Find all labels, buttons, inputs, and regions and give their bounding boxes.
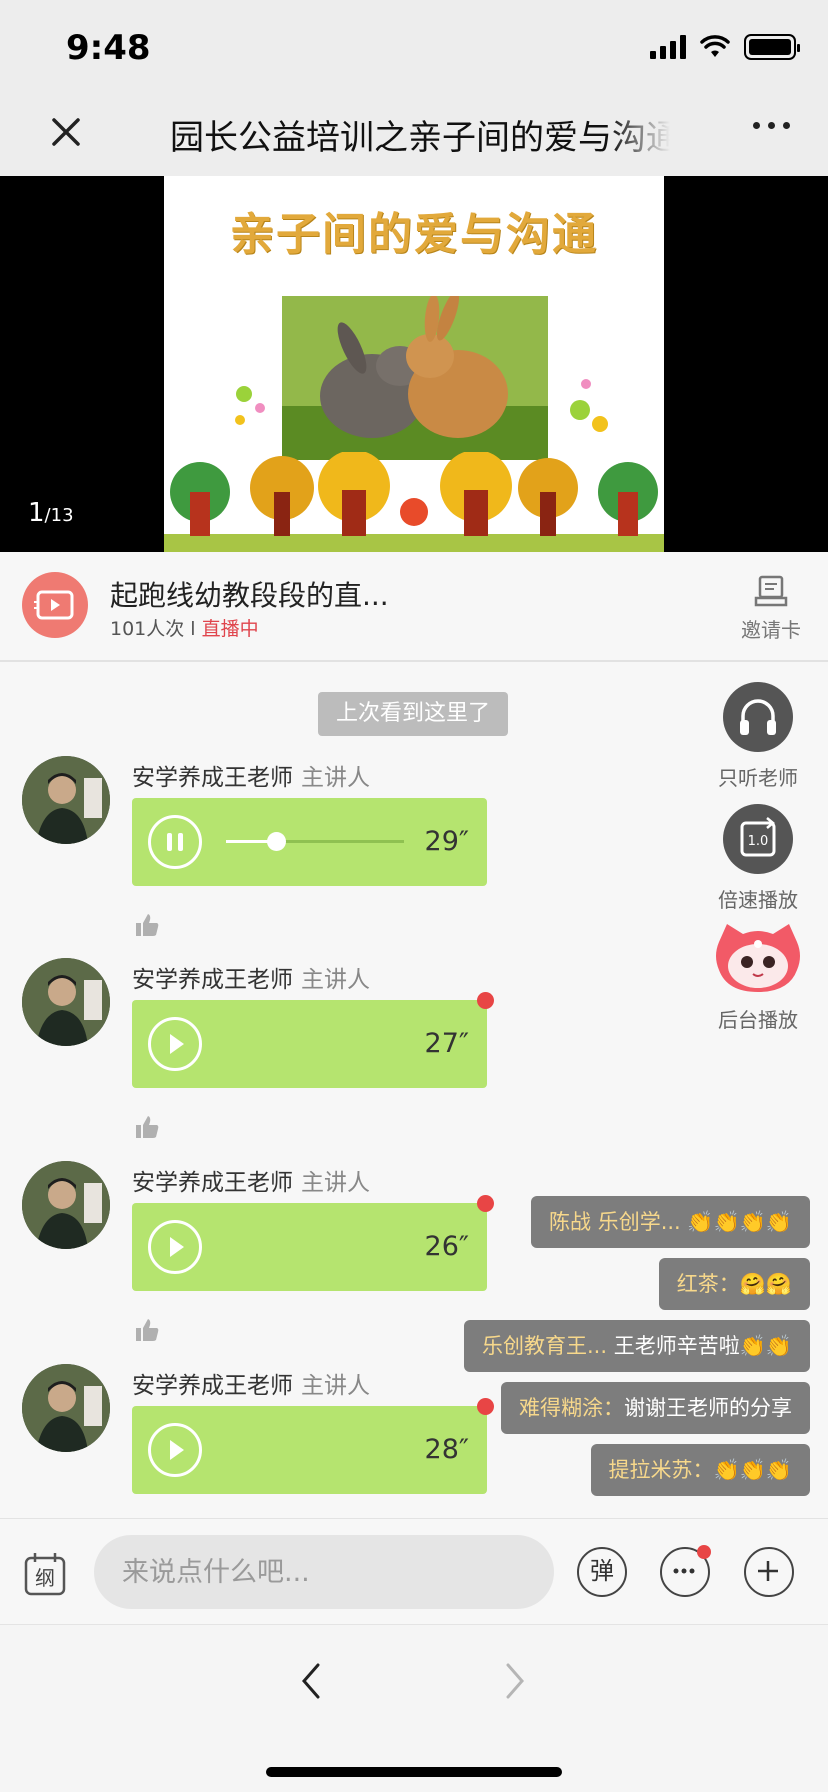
sender-name: 安学养成王老师 主讲人 (132, 1373, 370, 1399)
background-play-label: 后台播放 (718, 1008, 798, 1032)
svg-text:纲: 纲 (35, 1566, 55, 1590)
danmaku-bubble: 难得糊涂：谢谢王老师的分享 (501, 1382, 810, 1434)
voice-message[interactable]: 28″ (132, 1406, 487, 1494)
slide-title: 亲子间的爱与沟通 (230, 209, 598, 260)
back-arrow-icon[interactable] (296, 1659, 326, 1703)
presentation-slide: 亲子间的爱与沟通 (164, 176, 664, 552)
more-icon[interactable] (753, 122, 790, 129)
plus-icon (758, 1561, 778, 1581)
add-button[interactable] (744, 1547, 794, 1597)
play-icon (170, 1237, 184, 1257)
play-button[interactable] (148, 1423, 202, 1477)
status-time: 9:48 (66, 28, 151, 68)
wifi-icon (700, 35, 730, 57)
avatar[interactable] (22, 756, 110, 844)
invite-card-label: 邀请卡 (741, 618, 801, 642)
forward-arrow-icon[interactable] (500, 1659, 530, 1703)
pause-button[interactable] (148, 815, 202, 869)
play-button[interactable] (148, 1220, 202, 1274)
battery-icon (744, 34, 800, 60)
browser-navigation (0, 1624, 828, 1792)
voice-message[interactable]: 26″ (132, 1203, 487, 1291)
live-info-bar: 起跑线幼教段段的直... 101人次 l 直播中 邀请卡 (0, 552, 828, 662)
video-player[interactable]: 亲子间的爱与沟通 1/13 (0, 176, 828, 552)
danmaku-bubble: 乐创教育王... 王老师辛苦啦👏👏 (463, 1320, 810, 1372)
comment-input[interactable] (94, 1535, 554, 1609)
sender-role: 主讲人 (301, 1373, 370, 1399)
thumbs-up-icon[interactable] (134, 1317, 160, 1343)
voice-duration: 26″ (424, 1231, 469, 1262)
listen-teacher-only-button[interactable]: 只听老师 (708, 682, 808, 791)
slide-decoration (164, 452, 664, 552)
thumbs-up-icon[interactable] (134, 912, 160, 938)
comment-input-bar: 纲 弹 (0, 1518, 828, 1624)
sender-role: 主讲人 (301, 967, 370, 993)
status-icons (650, 34, 800, 60)
speed-icon: 1.0 (723, 804, 793, 874)
channel-logo[interactable] (22, 572, 88, 638)
speed-value: 1.0 (748, 834, 769, 849)
cat-mascot-icon (713, 922, 803, 996)
outline-icon: 纲 (24, 1553, 66, 1596)
sender-name: 安学养成王老师 主讲人 (132, 1170, 370, 1196)
slide-dots-right (570, 379, 608, 432)
unread-dot (477, 992, 494, 1009)
slide-rabbits-image (282, 296, 548, 460)
playback-speed-button[interactable]: 1.0 倍速播放 (708, 804, 808, 913)
outline-button[interactable]: 纲 (20, 1549, 70, 1599)
avatar[interactable] (22, 1364, 110, 1452)
danmaku-bubble: 提拉米苏：👏👏👏 (590, 1444, 810, 1496)
page-total: /13 (44, 505, 74, 526)
status-bar: 9:48 (0, 0, 828, 92)
voice-progress-slider[interactable] (226, 832, 404, 851)
sender-role: 主讲人 (301, 1170, 370, 1196)
close-icon[interactable] (46, 112, 86, 152)
voice-duration: 27″ (424, 1028, 469, 1059)
channel-name[interactable]: 起跑线幼教段段的直... (110, 574, 389, 614)
play-icon (170, 1034, 184, 1054)
invite-card-button[interactable]: 邀请卡 (736, 574, 806, 643)
invite-card-icon (754, 575, 788, 607)
voice-duration: 28″ (424, 1434, 469, 1465)
slide-dots (235, 386, 265, 425)
cellular-signal-icon (650, 35, 686, 59)
play-button[interactable] (148, 1017, 202, 1071)
live-meta: 101人次 l 直播中 (110, 614, 259, 641)
speed-play-label: 倍速播放 (718, 888, 798, 912)
voice-duration: 29″ (424, 826, 469, 857)
background-play-button[interactable]: 后台播放 (708, 922, 808, 1033)
sender-name: 安学养成王老师 主讲人 (132, 765, 370, 791)
voice-message[interactable]: 27″ (132, 1000, 487, 1088)
danmaku-bubble: 陈战 乐创学... 👏👏👏👏 (531, 1196, 810, 1248)
danmaku-bubble: 红茶：🤗🤗 (658, 1258, 810, 1310)
sender-name: 安学养成王老师 主讲人 (132, 967, 370, 993)
avatar[interactable] (22, 1161, 110, 1249)
nav-bar: 园长公益培训之亲子间的爱与沟通 (0, 92, 828, 176)
home-indicator (266, 1767, 562, 1777)
headphones-icon (723, 682, 793, 752)
voice-progress-thumb[interactable] (266, 832, 286, 851)
unread-dot (477, 1195, 494, 1212)
listen-teacher-label: 只听老师 (718, 766, 798, 790)
chat-unread-dot (697, 1545, 711, 1559)
pause-icon (167, 833, 183, 851)
last-seen-marker: 上次看到这里了 (318, 692, 508, 736)
thumbs-up-icon[interactable] (134, 1114, 160, 1140)
slide-page-indicator: 1/13 (28, 498, 74, 528)
sender-role: 主讲人 (301, 765, 370, 791)
unread-dot (477, 1398, 494, 1415)
avatar[interactable] (22, 958, 110, 1046)
danmaku-toggle-button[interactable]: 弹 (577, 1547, 627, 1597)
view-count: 101人次 l (110, 618, 202, 640)
page-title: 园长公益培训之亲子间的爱与沟通 (170, 118, 670, 156)
play-icon (170, 1440, 184, 1460)
live-status: 直播中 (201, 618, 259, 640)
voice-message[interactable]: 29″ (132, 798, 487, 886)
page-current: 1 (28, 498, 45, 528)
